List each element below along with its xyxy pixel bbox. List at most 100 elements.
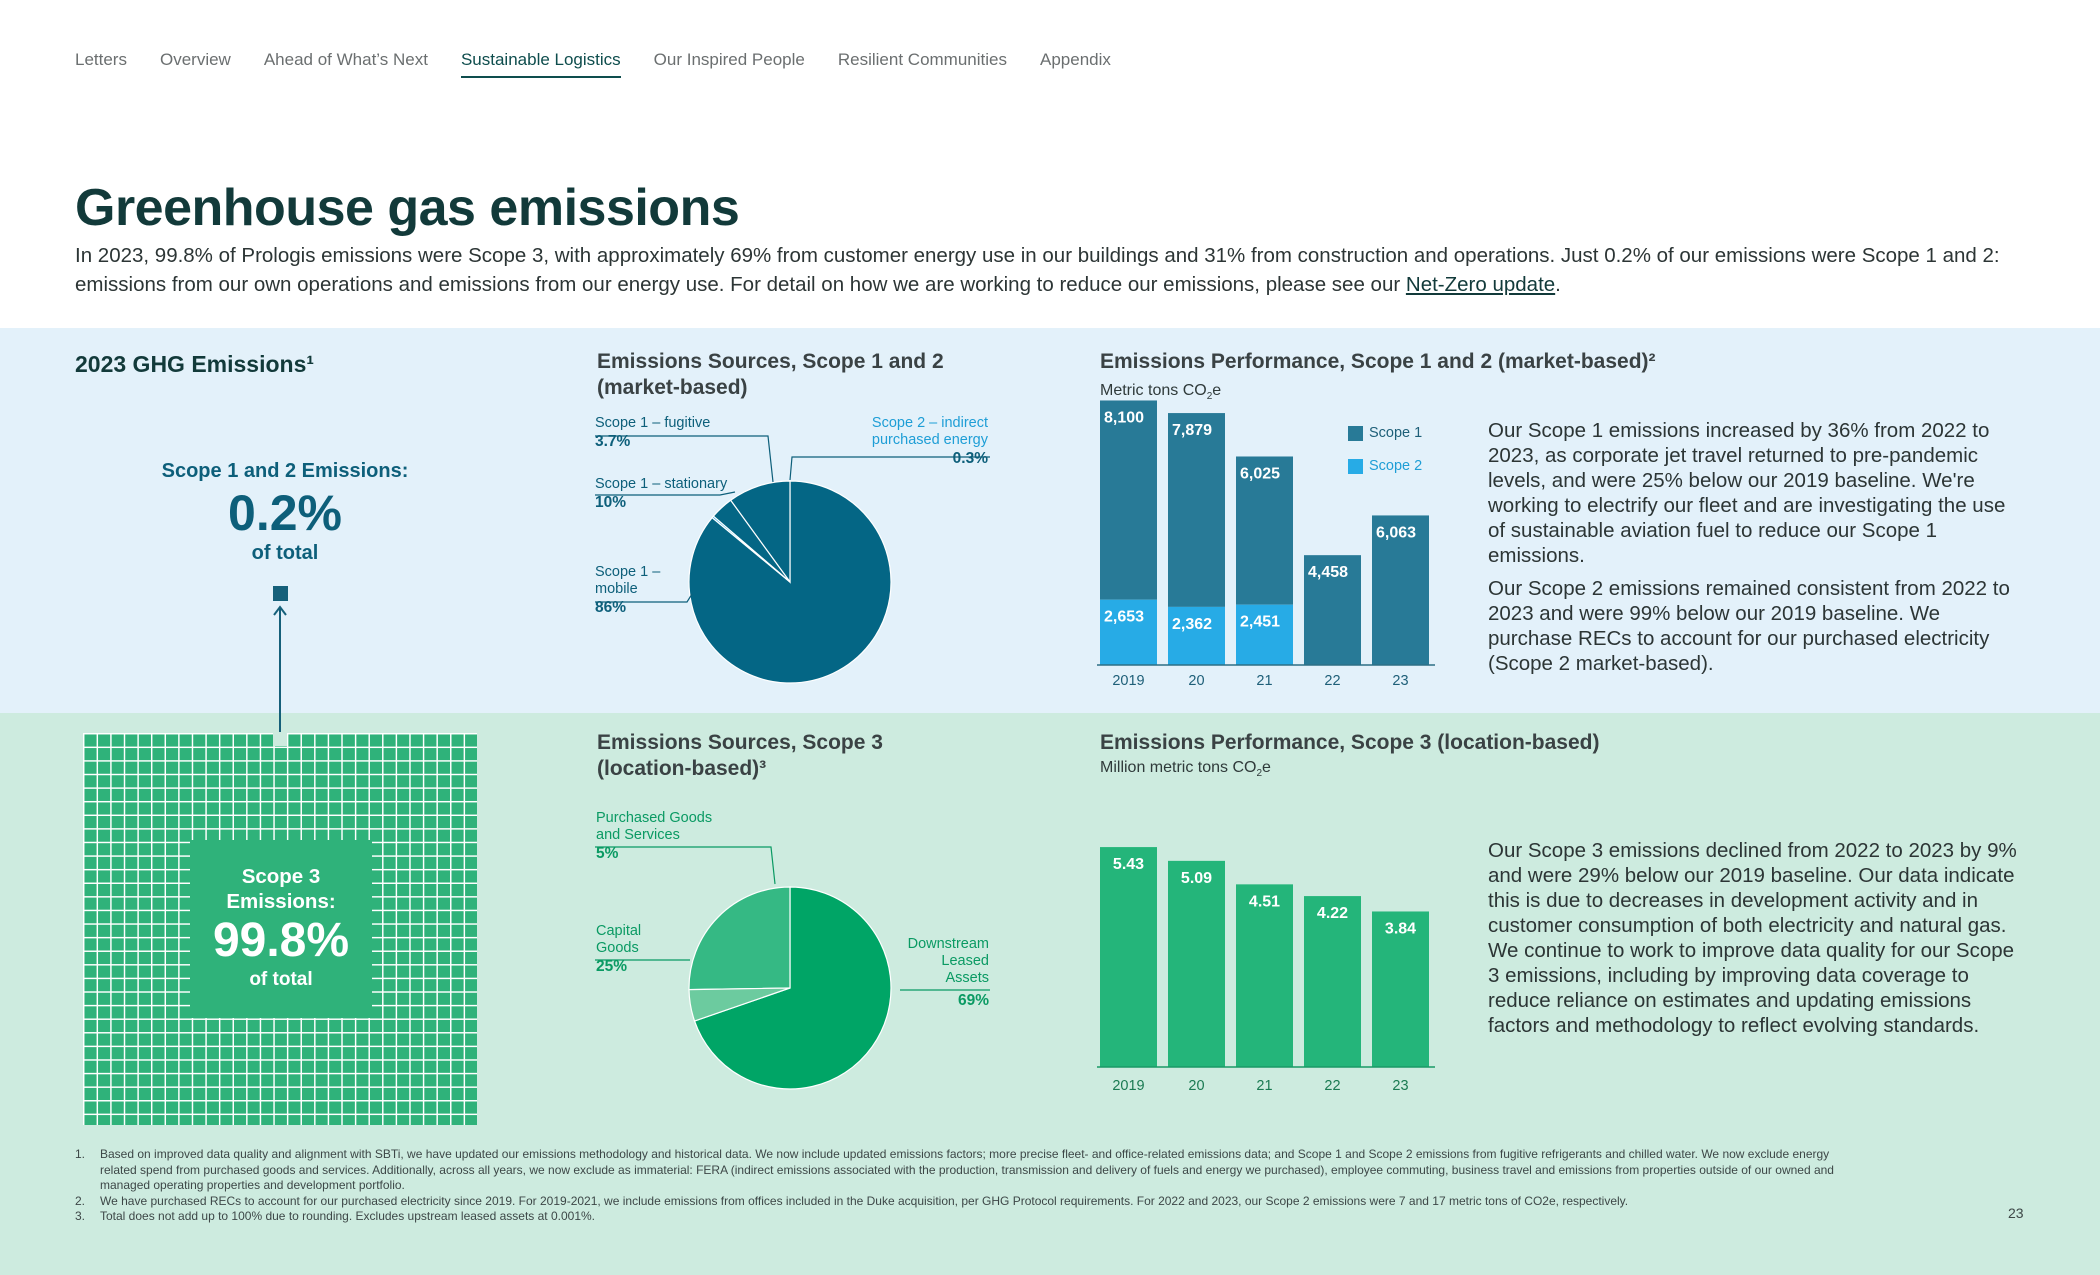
perf3-chart: 5.43 2019 5.09 20 4.51 21 4.22 22 3.84 23 <box>1097 847 1435 1094</box>
scope12-label: Scope 1 and 2 Emissions: <box>161 460 409 482</box>
bar-label-scope1-22: 4,458 <box>1308 564 1348 581</box>
pie12-label-stationary: Scope 1 – stationary 10% <box>595 476 727 513</box>
pie12-heading-line1: Emissions Sources, Scope 1 and 2 <box>597 350 944 373</box>
x-tick-2019: 2019 <box>1112 673 1144 689</box>
perf12-subtitle-end: e <box>1212 382 1222 399</box>
bar-label-scope1-2019: 8,100 <box>1104 409 1144 426</box>
fugitive-pct: 3.7% <box>595 433 631 450</box>
intro-text: In 2023, 99.8% of Prologis emissions wer… <box>75 244 2000 296</box>
down-pct: 69% <box>957 992 989 1009</box>
nav-overview[interactable]: Overview <box>160 50 231 78</box>
perf3-subtitle: Million metric tons CO2e <box>1100 759 1271 779</box>
perf12-subtitle-text: Metric tons CO <box>1100 382 1207 399</box>
nav-sustainable-logistics[interactable]: Sustainable Logistics <box>460 50 621 78</box>
footnote-1-num: 1. <box>75 1147 86 1161</box>
down-name-2: Leased <box>941 953 989 969</box>
x-tick-21: 21 <box>1256 673 1272 689</box>
scope3-summary-box: Scope 3 Emissions: 99.8% of total <box>190 840 372 1018</box>
bar-scope3-2019 <box>1100 847 1157 1067</box>
bar-label-scope2-20: 2,362 <box>1172 616 1212 633</box>
scope12-waffle-cell <box>273 732 287 746</box>
pie12-label-fugitive: Scope 1 – fugitive 3.7% <box>595 415 710 452</box>
scope3-suffix: of total <box>249 969 313 990</box>
bar-scope3-20 <box>1168 860 1225 1067</box>
goods-name-2: and Services <box>596 827 680 843</box>
perf3-text: Our Scope 3 emissions declined from 2022… <box>1488 839 2017 1037</box>
perf3-subtitle-text: Million metric tons CO <box>1100 759 1257 776</box>
perf3-heading: Emissions Performance, Scope 3 (location… <box>1100 731 1600 754</box>
footnote-3-num: 3. <box>75 1209 86 1223</box>
intro-paragraph: In 2023, 99.8% of Prologis emissions wer… <box>75 241 2035 299</box>
indirect-name-1: Scope 2 – indirect <box>871 415 988 431</box>
nav-appendix[interactable]: Appendix <box>1040 50 1111 78</box>
bar-label-scope3-20: 5.09 <box>1181 870 1212 887</box>
x-tick-scope3-22: 22 <box>1324 1078 1340 1094</box>
perf12-text2: Our Scope 2 emissions remained consisten… <box>1488 577 2010 675</box>
scope3-label: Scope 3 Emissions: <box>226 865 336 913</box>
page-number: 23 <box>2008 1205 2024 1221</box>
pie3-label-goods: Purchased Goods and Services 5% <box>596 810 712 864</box>
perf12-text1: Our Scope 1 emissions increased by 36% f… <box>1488 419 2006 567</box>
pie3-heading-line2: (location-based)³ <box>597 757 767 780</box>
bar-label-scope2-2019: 2,653 <box>1104 609 1144 626</box>
x-tick-scope3-2019: 2019 <box>1112 1078 1144 1094</box>
page-title: Greenhouse gas emissions <box>75 179 740 237</box>
x-tick-22: 22 <box>1324 673 1340 689</box>
pie12-label-mobile: Scope 1 – mobile 86% <box>595 564 660 618</box>
footnote-1-text: Based on improved data quality and align… <box>100 1147 1834 1192</box>
footnotes: 1. Based on improved data quality and ali… <box>75 1147 1855 1225</box>
footnote-3-text: Total does not add up to 100% due to rou… <box>100 1209 595 1223</box>
scope12-square <box>273 586 288 601</box>
bar-label-scope3-21: 4.51 <box>1249 893 1280 910</box>
legend-scope1-label: Scope 1 <box>1369 425 1423 441</box>
goods-pct: 5% <box>596 845 619 862</box>
scope12-suffix: of total <box>251 542 319 564</box>
x-tick-scope3-23: 23 <box>1392 1078 1408 1094</box>
pie-slice-capital-goods <box>688 886 791 991</box>
scope12-value: 0.2% <box>228 485 342 541</box>
perf12-heading: Emissions Performance, Scope 1 and 2 (ma… <box>1100 350 1656 373</box>
stationary-name: Scope 1 – stationary <box>595 476 728 492</box>
top-nav: Letters Overview Ahead of What’s Next Su… <box>75 50 1111 78</box>
x-tick-scope3-20: 20 <box>1188 1078 1204 1094</box>
mobile-name-1: Scope 1 – <box>595 564 661 580</box>
ghg-heading: 2023 GHG Emissions¹ <box>75 351 315 377</box>
x-tick-23: 23 <box>1392 673 1408 689</box>
scope3-value: 99.8% <box>212 914 350 967</box>
bar-scope1-20 <box>1168 413 1225 607</box>
bar-label-scope2-21: 2,451 <box>1240 614 1280 631</box>
x-tick-20: 20 <box>1188 673 1204 689</box>
footnote-1: 1. Based on improved data quality and ali… <box>75 1147 1855 1194</box>
pie12-label-indirect: Scope 2 – indirect purchased energy 0.3% <box>800 415 988 469</box>
perf3-subtitle-end: e <box>1262 759 1271 776</box>
goods-name-1: Purchased Goods <box>596 810 713 826</box>
net-zero-update-link[interactable]: Net-Zero update <box>1406 273 1555 296</box>
nav-ahead-of-whats-next[interactable]: Ahead of What’s Next <box>264 50 428 78</box>
connector-arrow <box>273 605 287 746</box>
mobile-pct: 86% <box>595 599 627 616</box>
intro-end: . <box>1555 273 1561 296</box>
indirect-pct: 0.3% <box>952 450 988 467</box>
down-name-1: Downstream <box>907 936 989 952</box>
footnote-2-num: 2. <box>75 1193 86 1208</box>
nav-letters[interactable]: Letters <box>75 50 127 78</box>
capital-name-1: Capital <box>596 923 642 939</box>
footnote-3: 3. Total does not add up to 100% due to r… <box>75 1209 1855 1225</box>
bar-scope1-2019 <box>1100 400 1157 600</box>
indirect-name-2: purchased energy <box>871 432 988 448</box>
legend-scope1-swatch <box>1348 426 1363 441</box>
bar-label-scope1-23: 6,063 <box>1376 524 1416 541</box>
legend-scope2-label: Scope 2 <box>1369 458 1423 474</box>
nav-our-inspired-people[interactable]: Our Inspired People <box>654 50 805 78</box>
x-tick-scope3-21: 21 <box>1256 1078 1272 1094</box>
nav-resilient-communities[interactable]: Resilient Communities <box>838 50 1007 78</box>
bar-label-scope1-20: 7,879 <box>1172 422 1212 439</box>
capital-pct: 25% <box>596 958 628 975</box>
bar-label-scope3-22: 4.22 <box>1317 905 1348 922</box>
legend-scope2-swatch <box>1348 459 1363 474</box>
pie3-label-downstream: Downstream Leased Assets 69% <box>860 936 989 1011</box>
perf12-chart: 8,100 2,653 2019 7,879 2,362 20 6,025 2,451 21 4,… <box>1097 400 1435 689</box>
stationary-pct: 10% <box>595 494 627 511</box>
down-name-3: Assets <box>945 970 989 986</box>
pie3-label-capital: Capital Goods 25% <box>596 923 641 977</box>
